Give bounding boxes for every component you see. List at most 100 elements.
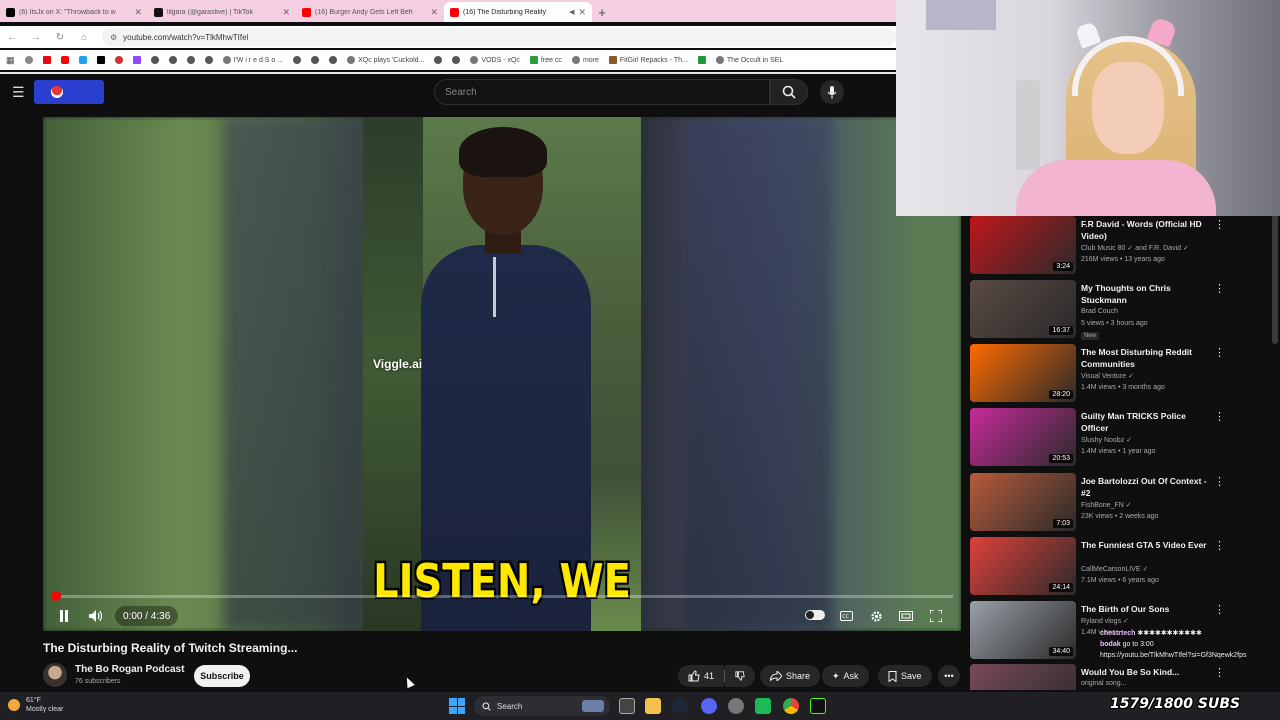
video-thumbnail[interactable]: 7:03 (970, 473, 1076, 531)
captions-button[interactable]: CC (837, 605, 855, 627)
settings-button[interactable] (867, 605, 885, 627)
autoplay-toggle[interactable] (805, 610, 825, 620)
forward-icon[interactable]: → (30, 32, 42, 43)
globe-icon[interactable] (293, 56, 302, 64)
browser-tab[interactable]: (6) ItsJx on X: "Throwback to w ✕ (0, 2, 148, 22)
recommended-video[interactable]: 20:53 Guilty Man TRICKS Police Officer Slu… (970, 408, 1270, 468)
subscribe-button[interactable]: Subscribe (194, 665, 250, 687)
pause-button[interactable] (55, 605, 73, 627)
task-view-icon[interactable] (619, 698, 635, 714)
site-info-icon[interactable]: ⚙ (110, 33, 117, 42)
scrollbar[interactable] (1272, 214, 1278, 344)
dislike-button[interactable] (725, 665, 755, 687)
voice-search-button[interactable] (820, 80, 844, 104)
channel-name[interactable]: The Bo Rogan Podcast (75, 664, 184, 675)
video-thumbnail[interactable]: 3:24 (970, 216, 1076, 274)
settings-icon[interactable] (728, 698, 744, 714)
new-tab-button[interactable]: + (592, 2, 612, 22)
more-vertical-icon[interactable]: ⋮ (1214, 410, 1225, 423)
bookmark-item[interactable]: more (571, 56, 599, 64)
steam-icon[interactable] (672, 698, 688, 714)
globe-icon[interactable] (452, 56, 461, 64)
close-icon[interactable]: ✕ (578, 7, 586, 18)
more-actions-button[interactable]: ••• (938, 665, 960, 687)
recommended-video-title[interactable]: Would You Be So Kind... (1081, 666, 1211, 678)
back-icon[interactable]: ← (6, 32, 18, 43)
close-icon[interactable]: ✕ (430, 7, 438, 18)
like-button[interactable]: 41 (678, 665, 724, 687)
more-vertical-icon[interactable]: ⋮ (1214, 539, 1225, 552)
bookmark-item[interactable]: FitGirl Repacks - Th... (608, 56, 688, 64)
recommended-channel[interactable]: CallMeCarsonLIVE ✓ (1081, 565, 1148, 573)
bookmark-icon[interactable] (697, 56, 706, 64)
apps-icon[interactable]: ▦ (6, 55, 15, 66)
recommended-video[interactable]: 28:20 The Most Disturbing Reddit Communit… (970, 344, 1270, 404)
more-vertical-icon[interactable]: ⋮ (1214, 346, 1225, 359)
taskbar-search[interactable]: Search (474, 696, 610, 716)
browser-tab[interactable]: lilgara (@garaslive) | TikTok ✕ (148, 2, 296, 22)
video-player[interactable]: Viggle.ai LISTEN, WE 0:00 / 4:36 CC (43, 117, 961, 631)
netflix-icon[interactable] (42, 56, 51, 64)
globe-icon[interactable] (186, 56, 195, 64)
globe-icon[interactable] (168, 56, 177, 64)
recommended-channel[interactable]: Brad Couch (1081, 308, 1118, 315)
video-thumbnail[interactable]: 20:53 (970, 408, 1076, 466)
recommended-video[interactable]: 7:03 Joe Bartolozzi Out Of Context - #2 Fi… (970, 473, 1270, 533)
bookmark-item[interactable]: The Occult in SEL (715, 56, 783, 64)
chrome-icon[interactable] (783, 698, 799, 714)
volume-button[interactable] (87, 605, 105, 627)
url-field[interactable]: ⚙ youtube.com/watch?v=TlkMhwTIfel (102, 28, 896, 46)
youtube-logo[interactable] (34, 80, 104, 104)
globe-icon[interactable] (150, 56, 159, 64)
more-vertical-icon[interactable]: ⋮ (1214, 666, 1225, 679)
recommended-video-title[interactable]: Joe Bartolozzi Out Of Context - #2 (1081, 475, 1211, 499)
video-thumbnail[interactable] (970, 664, 1076, 690)
search-input[interactable]: Search (434, 79, 770, 105)
avatar[interactable] (43, 663, 67, 687)
kick-icon[interactable] (810, 698, 826, 714)
reload-icon[interactable]: ↻ (54, 32, 66, 43)
bookmark-item[interactable]: VODS - xQc (470, 56, 520, 64)
recommended-video-title[interactable]: Guilty Man TRICKS Police Officer (1081, 410, 1211, 434)
x-logo-icon[interactable] (96, 56, 105, 64)
recommended-video-title[interactable]: My Thoughts on Chris Stuckmann (1081, 282, 1211, 306)
recommended-channel[interactable]: Visual Venture ✓ (1081, 372, 1134, 380)
search-button[interactable] (770, 79, 808, 105)
more-vertical-icon[interactable]: ⋮ (1214, 218, 1225, 231)
more-vertical-icon[interactable]: ⋮ (1214, 282, 1225, 295)
globe-icon[interactable] (311, 56, 320, 64)
discord-icon[interactable] (701, 698, 717, 714)
save-button[interactable]: Save (878, 665, 932, 687)
bookmark-item[interactable]: XQc plays 'Cuckold... (347, 56, 424, 64)
globe-icon[interactable] (434, 56, 443, 64)
speaker-icon[interactable]: ◀︎ (569, 8, 574, 16)
video-thumbnail[interactable]: 28:20 (970, 344, 1076, 402)
recommended-channel[interactable]: FishBone_FN ✓ (1081, 501, 1132, 509)
close-icon[interactable]: ✕ (282, 7, 290, 18)
menu-icon[interactable]: ☰ (12, 84, 25, 101)
bookmark-icon[interactable] (24, 56, 33, 64)
progress-bar[interactable] (51, 591, 953, 601)
home-icon[interactable]: ⌂ (78, 32, 90, 43)
recommended-video-title[interactable]: The Most Disturbing Reddit Communities (1081, 346, 1211, 370)
bookmark-item[interactable]: I'W i r e d S o ... (222, 56, 283, 64)
youtube-icon[interactable] (60, 56, 69, 64)
recommended-video[interactable]: 16:37 My Thoughts on Chris Stuckmann Brad … (970, 280, 1270, 340)
spotify-icon[interactable] (755, 698, 771, 714)
windows-start-icon[interactable] (449, 698, 465, 714)
globe-icon[interactable] (329, 56, 338, 64)
share-button[interactable]: Share (760, 665, 821, 687)
recommended-channel[interactable]: Slushy Noobz ✓ (1081, 436, 1132, 444)
fullscreen-button[interactable] (927, 605, 945, 627)
progress-scrubber[interactable] (51, 591, 61, 601)
browser-tab-active[interactable]: (16) The Disturbing Reality ◀︎ ✕ (444, 2, 592, 22)
video-thumbnail[interactable]: 34:40 (970, 601, 1076, 659)
ask-button[interactable]: ✦ Ask (822, 665, 869, 687)
recommended-channel[interactable]: original song... (1081, 680, 1127, 687)
bookmark-item[interactable]: free cc (529, 56, 562, 64)
recommended-video-title[interactable]: The Funniest GTA 5 Video Ever (1081, 539, 1211, 551)
recommended-video[interactable]: 24:14 The Funniest GTA 5 Video Ever CallMe… (970, 537, 1270, 597)
globe-icon[interactable] (204, 56, 213, 64)
video-thumbnail[interactable]: 16:37 (970, 280, 1076, 338)
browser-tab[interactable]: (16) Burger Andy Gets Left Beh ✕ (296, 2, 444, 22)
